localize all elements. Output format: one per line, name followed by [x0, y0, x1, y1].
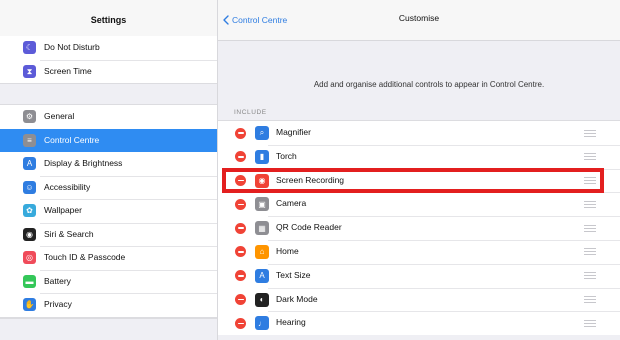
control-label: Torch: [276, 150, 297, 161]
control-row-qr-code-reader[interactable]: ▦ QR Code Reader: [218, 216, 620, 240]
reorder-grip-icon[interactable]: [584, 272, 596, 280]
remove-control-button[interactable]: [235, 317, 246, 329]
remove-control-button[interactable]: [235, 151, 246, 163]
moon-icon: ☾: [23, 41, 36, 54]
control-row-torch[interactable]: ▮ Torch: [218, 144, 620, 169]
control-row-dark-mode[interactable]: ◐ Dark Mode: [218, 287, 620, 312]
sidebar-item-battery[interactable]: ▬ Battery: [0, 269, 217, 294]
sidebar-item-do-not-disturb[interactable]: ☾ Do Not Disturb: [0, 36, 217, 60]
sidebar-item-label: General: [44, 111, 75, 121]
sidebar-bottom-space: [0, 318, 217, 340]
customise-pane: Control Centre Customise Add and organis…: [218, 0, 620, 340]
magnifier-icon: ⌕: [255, 126, 269, 140]
text-size-icon: A: [255, 268, 269, 283]
sidebar-item-label: Battery: [44, 275, 71, 286]
control-label: Dark Mode: [276, 293, 318, 304]
sidebar-item-screen-time[interactable]: ⧗ Screen Time: [0, 59, 217, 84]
gear-icon: ⚙: [23, 110, 36, 123]
remove-control-button[interactable]: [235, 294, 246, 306]
sidebar-group-main: ⚙ General ≡ Control Centre A Display & Bright…: [0, 104, 217, 318]
sidebar-item-label: Privacy: [44, 299, 72, 309]
toggles-icon: ≡: [23, 133, 36, 147]
remove-control-button[interactable]: [235, 270, 246, 282]
remove-control-button[interactable]: [235, 222, 246, 234]
torch-icon: ▮: [255, 149, 269, 164]
remove-control-button[interactable]: [235, 127, 246, 139]
sidebar-item-label: Accessibility: [44, 181, 91, 192]
control-label: Home: [276, 245, 299, 256]
control-row-camera[interactable]: ▣ Camera: [218, 192, 620, 216]
sidebar-item-label: Do Not Disturb: [44, 42, 100, 52]
control-row-home[interactable]: ⌂ Home: [218, 239, 620, 264]
sidebar-item-accessibility[interactable]: ☺ Accessibility: [0, 175, 217, 200]
reorder-grip-icon[interactable]: [584, 177, 596, 185]
sidebar-title: Settings: [90, 15, 127, 25]
control-label: Screen Recording: [276, 174, 345, 185]
remove-control-button[interactable]: [235, 175, 246, 187]
sidebar-gap: [0, 84, 217, 104]
dark-mode-icon: ◐: [255, 292, 269, 307]
sidebar-group-focus: ☾ Do Not Disturb ⧗ Screen Time: [0, 36, 217, 84]
customise-description: Add and organise additional controls to …: [313, 80, 545, 89]
accessibility-icon: ☺: [23, 180, 36, 194]
control-label: Text Size: [276, 269, 311, 280]
camera-icon: ▣: [255, 197, 269, 212]
navigation-bar: Control Centre Customise: [218, 0, 620, 41]
control-row-screen-recording[interactable]: ◉ Screen Recording: [218, 168, 620, 193]
sidebar-item-control-centre[interactable]: ≡ Control Centre: [0, 128, 217, 152]
reorder-grip-icon[interactable]: [584, 319, 596, 327]
flower-icon: ✿: [23, 204, 36, 217]
sidebar-item-label: Touch ID & Passcode: [44, 252, 126, 262]
section-header-include: INCLUDE: [234, 109, 267, 116]
sidebar-item-privacy[interactable]: ✋ Privacy: [0, 293, 217, 317]
ear-icon: ♩: [255, 316, 269, 331]
control-label: Camera: [276, 198, 307, 209]
reorder-grip-icon[interactable]: [584, 129, 596, 137]
control-label: Magnifier: [276, 127, 311, 137]
included-controls-list: ⌕ Magnifier ▮ Torch ◉ Screen Recording ▣ Camera…: [218, 120, 620, 336]
control-row-magnifier[interactable]: ⌕ Magnifier: [218, 121, 620, 145]
sidebar-item-general[interactable]: ⚙ General: [0, 105, 217, 129]
reorder-grip-icon[interactable]: [584, 248, 596, 256]
home-icon: ⌂: [255, 244, 269, 259]
sidebar-item-label: Control Centre: [44, 134, 100, 145]
sidebar-item-siri-search[interactable]: ◉ Siri & Search: [0, 222, 217, 247]
sidebar-item-touch-id-passcode[interactable]: ◎ Touch ID & Passcode: [0, 246, 217, 270]
fingerprint-icon: ◎: [23, 251, 36, 264]
settings-sidebar: Settings ☾ Do Not Disturb ⧗ Screen Time ⚙ Ge…: [0, 0, 218, 340]
remove-control-button[interactable]: [235, 246, 246, 258]
remove-control-button[interactable]: [235, 198, 246, 210]
sidebar-item-wallpaper[interactable]: ✿ Wallpaper: [0, 199, 217, 223]
sidebar-item-display-brightness[interactable]: A Display & Brightness: [0, 152, 217, 176]
control-label: Hearing: [276, 317, 306, 328]
control-row-text-size[interactable]: A Text Size: [218, 263, 620, 288]
text-size-icon: A: [23, 157, 36, 170]
sidebar-item-label: Wallpaper: [44, 205, 82, 215]
control-row-hearing[interactable]: ♩ Hearing: [218, 311, 620, 335]
hourglass-icon: ⧗: [23, 64, 36, 78]
control-label: QR Code Reader: [276, 222, 342, 233]
reorder-grip-icon[interactable]: [584, 153, 596, 161]
hand-icon: ✋: [23, 298, 36, 311]
sidebar-item-label: Display & Brightness: [44, 158, 123, 168]
battery-icon: ▬: [23, 274, 36, 288]
reorder-grip-icon[interactable]: [584, 296, 596, 304]
record-icon: ◉: [255, 173, 269, 188]
settings-screen: Settings ☾ Do Not Disturb ⧗ Screen Time ⚙ Ge…: [0, 0, 620, 340]
qr-code-icon: ▦: [255, 221, 269, 236]
page-title: Customise: [398, 13, 440, 23]
reorder-grip-icon[interactable]: [584, 224, 596, 232]
siri-icon: ◉: [23, 227, 36, 241]
sidebar-item-label: Siri & Search: [44, 228, 94, 239]
reorder-grip-icon[interactable]: [584, 200, 596, 208]
sidebar-item-label: Screen Time: [44, 65, 92, 76]
